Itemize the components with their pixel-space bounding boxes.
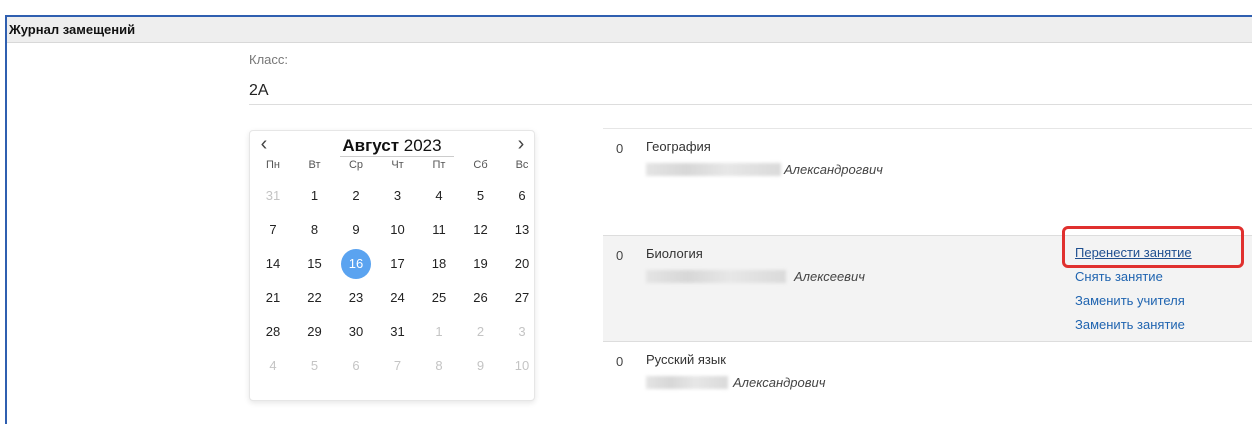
- calendar-day[interactable]: 2: [466, 317, 496, 347]
- weekday-header: Пн Вт Ср Чт Пт Сб Вс: [250, 159, 536, 175]
- calendar-day[interactable]: 2: [341, 181, 371, 211]
- calendar-day[interactable]: 27: [507, 283, 537, 313]
- calendar-day[interactable]: 14: [258, 249, 288, 279]
- lesson-subject: Русский язык: [646, 352, 726, 367]
- calendar-month-year[interactable]: Август 2023: [330, 136, 454, 158]
- class-field[interactable]: 2А: [249, 82, 269, 100]
- calendar-day[interactable]: 1: [300, 181, 330, 211]
- replace-teacher-link[interactable]: Заменить учителя: [1075, 293, 1185, 308]
- calendar-day[interactable]: 4: [258, 351, 288, 381]
- calendar-day[interactable]: 24: [383, 283, 413, 313]
- chevron-left-icon[interactable]: ‹: [254, 134, 274, 155]
- calendar-title-underline: [340, 156, 454, 157]
- calendar-day[interactable]: 8: [424, 351, 454, 381]
- calendar-day[interactable]: 1: [424, 317, 454, 347]
- calendar-day[interactable]: 20: [507, 249, 537, 279]
- calendar-day[interactable]: 7: [383, 351, 413, 381]
- date-picker-calendar: ‹ Август 2023 › Пн Вт Ср Чт Пт Сб Вс 31 1 2 3 4 5 6 7…: [249, 130, 535, 401]
- redacted-teacher-name: [646, 163, 781, 176]
- calendar-day[interactable]: 18: [424, 249, 454, 279]
- redacted-teacher-name: [646, 270, 786, 283]
- calendar-day[interactable]: 25: [424, 283, 454, 313]
- weekday-label: Чт: [391, 159, 404, 171]
- calendar-day[interactable]: 11: [424, 215, 454, 245]
- lesson-row: 0 Русский язык Александрович: [603, 341, 1252, 421]
- class-label: Класс:: [249, 52, 288, 67]
- calendar-day[interactable]: 10: [507, 351, 537, 381]
- calendar-day[interactable]: 31: [383, 317, 413, 347]
- weekday-label: Ср: [348, 159, 364, 171]
- weekday-label: Вт: [308, 159, 321, 171]
- calendar-day[interactable]: 3: [383, 181, 413, 211]
- calendar-day[interactable]: 12: [466, 215, 496, 245]
- calendar-year: 2023: [403, 136, 442, 155]
- lesson-subject: Биология: [646, 246, 703, 261]
- calendar-day[interactable]: 29: [300, 317, 330, 347]
- calendar-month: Август: [342, 136, 400, 155]
- calendar-day[interactable]: 15: [300, 249, 330, 279]
- calendar-day[interactable]: 30: [341, 317, 371, 347]
- lesson-number: 0: [616, 248, 624, 263]
- calendar-day[interactable]: 28: [258, 317, 288, 347]
- calendar-day[interactable]: 19: [466, 249, 496, 279]
- teacher-patronymic: Александрович: [733, 375, 826, 390]
- lesson-subject: География: [646, 139, 711, 154]
- weekday-label: Сб: [473, 159, 488, 171]
- panel-title: Журнал замещений: [7, 17, 1252, 43]
- calendar-day[interactable]: 31: [258, 181, 288, 211]
- calendar-day[interactable]: 6: [507, 181, 537, 211]
- chevron-right-icon[interactable]: ›: [511, 134, 531, 155]
- calendar-day[interactable]: 10: [383, 215, 413, 245]
- calendar-day[interactable]: 9: [466, 351, 496, 381]
- calendar-day[interactable]: 4: [424, 181, 454, 211]
- calendar-day[interactable]: 21: [258, 283, 288, 313]
- calendar-day-selected[interactable]: 16: [341, 249, 371, 279]
- weekday-label: Пн: [266, 159, 280, 171]
- teacher-patronymic: Алексеевич: [794, 269, 865, 284]
- calendar-day[interactable]: 6: [341, 351, 371, 381]
- calendar-day[interactable]: 8: [300, 215, 330, 245]
- lesson-number: 0: [616, 354, 624, 369]
- calendar-day[interactable]: 5: [300, 351, 330, 381]
- weekday-label: Пт: [432, 159, 446, 171]
- teacher-patronymic: Александрогвич: [784, 162, 883, 177]
- redacted-teacher-name: [646, 376, 728, 389]
- calendar-day[interactable]: 9: [341, 215, 371, 245]
- calendar-day[interactable]: 3: [507, 317, 537, 347]
- calendar-day[interactable]: 23: [341, 283, 371, 313]
- calendar-day[interactable]: 26: [466, 283, 496, 313]
- calendar-day[interactable]: 13: [507, 215, 537, 245]
- lesson-row: 0 География Александрогвич: [603, 128, 1252, 235]
- class-field-underline: [249, 104, 1252, 105]
- calendar-day[interactable]: 22: [300, 283, 330, 313]
- replace-lesson-link[interactable]: Заменить занятие: [1075, 317, 1185, 332]
- cancel-lesson-link[interactable]: Снять занятие: [1075, 269, 1163, 284]
- weekday-label: Вс: [515, 159, 529, 171]
- lesson-number: 0: [616, 141, 624, 156]
- calendar-day[interactable]: 5: [466, 181, 496, 211]
- calendar-day[interactable]: 17: [383, 249, 413, 279]
- annotation-highlight-box: [1062, 226, 1244, 268]
- calendar-day[interactable]: 7: [258, 215, 288, 245]
